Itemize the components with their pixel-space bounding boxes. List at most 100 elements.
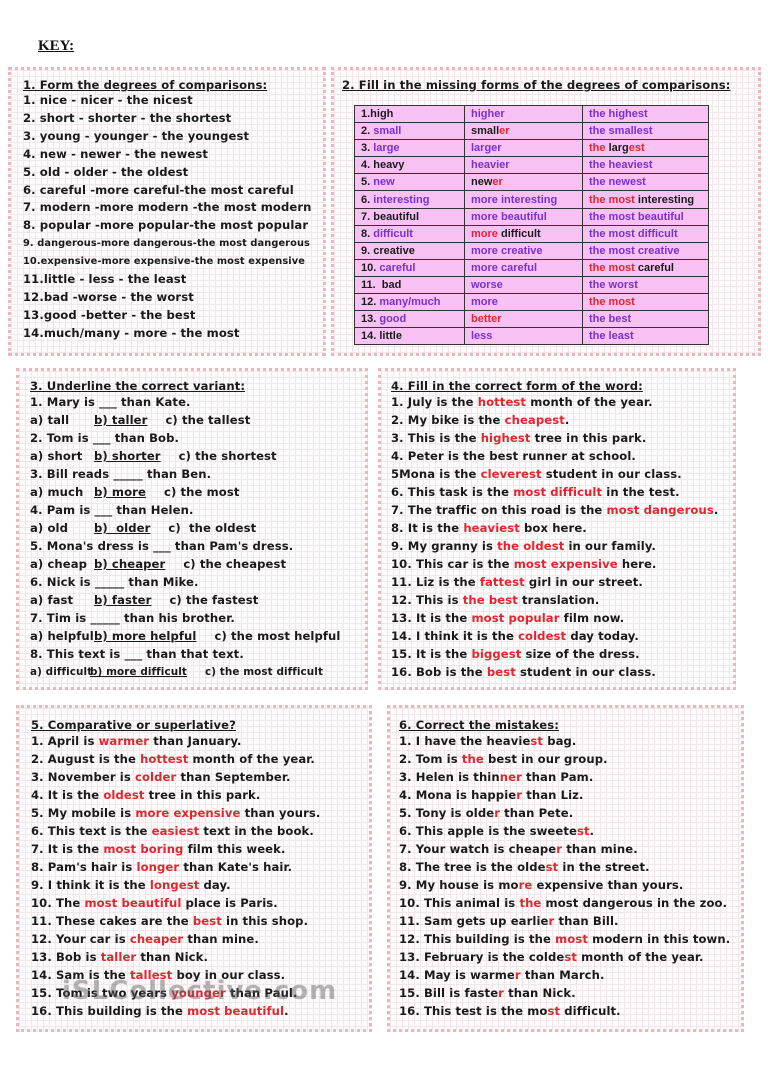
answer-text: st (547, 1004, 561, 1018)
answer-text: best (486, 665, 516, 679)
sentence-line: 8. It is the heaviest box here. (391, 519, 733, 537)
table-row: 6. interesting more interesting the most i… (354, 190, 709, 209)
sentence-line: 11. Liz is the fattest girl in our stree… (391, 573, 733, 591)
sentence-text: in the test. (602, 485, 680, 499)
sentence-text: . (589, 824, 595, 838)
sentence-line: 4. It is the oldest tree in this park. (31, 786, 369, 804)
option-a: a) short (30, 449, 83, 463)
sentence-text: 5. Tony is olde (399, 806, 495, 820)
sentence-line: 3. November is colder than September. (31, 768, 369, 786)
superlative-cell: the most (582, 293, 709, 312)
table-row: 3. large larger the largest (354, 139, 709, 158)
cell-text: careful (379, 261, 416, 274)
sentence-text: than March. (520, 968, 605, 982)
cell-text: 5. (361, 176, 374, 189)
sentence-text: 8. Pam's hair is (31, 860, 137, 874)
answer-text: st (545, 860, 559, 874)
question-line: 2. Tom is ___ than Bob. (30, 431, 180, 445)
answer-text: longest (149, 878, 200, 892)
answer-text: younger (171, 986, 226, 1000)
base-form-cell: 6. interesting (354, 190, 465, 209)
sentence-text: 15. Bill is faste (399, 986, 499, 1000)
cell-text: 3. (361, 142, 374, 155)
superlative-cell: the largest (582, 139, 709, 158)
answer-line: 11.little - less - the least (23, 272, 187, 287)
exercise-1-list: 1. nice - nicer - the nicest 2. short - s… (23, 92, 323, 343)
superlative-cell: the highest (582, 104, 709, 124)
table-row: 7. beautiful more beautiful the most beaut… (354, 207, 709, 226)
sentence-text: student in our class. (541, 467, 682, 481)
table-row: 13. good better the best (354, 310, 709, 329)
cell-text: 13. (361, 313, 380, 326)
cell-text: 8. (361, 227, 374, 240)
sentence-text: 2. My bike is the (391, 413, 505, 427)
cell-text: new (471, 176, 493, 189)
cell-text: more (471, 296, 498, 309)
sentence-text: student in our class. (515, 665, 656, 679)
answer-text: easiest (151, 824, 200, 838)
sentence-text: bag. (543, 734, 577, 748)
sentence-line: 7. Your watch is cheaper than mine. (399, 840, 741, 858)
answer-line: 13.good -better - the best (23, 307, 196, 322)
answer-text: the oldest (497, 539, 565, 553)
exercise-4-box: 4. Fill in the correct form of the word:… (378, 368, 736, 690)
sentence-text: 8. It is the (391, 521, 464, 535)
sentence-line: 12. This building is the most modern in … (399, 930, 741, 948)
cell-text: er (499, 125, 510, 138)
cell-text: interesting (373, 193, 430, 206)
option-c: c) the cheapest (183, 557, 287, 571)
table-row: 14. little less the least (354, 327, 709, 346)
sentence-text: girl in our street. (524, 575, 643, 589)
superlative-cell: the heaviest (582, 156, 709, 175)
sentence-text: box here. (519, 521, 587, 535)
exercise-4-title: 4. Fill in the correct form of the word: (391, 379, 643, 393)
option-b-correct: b) cheaper (94, 557, 166, 571)
sentence-line: 14. Sam is the tallest boy in our class. (31, 966, 369, 984)
sentence-line: 15. Tom is two years younger than Paul. (31, 984, 369, 1002)
cell-text: more creative (471, 244, 543, 257)
option-c: c) the tallest (165, 413, 251, 427)
exercise-6-box: 6. Correct the mistakes: 1. I have the h… (387, 705, 744, 1032)
sentence-text: 13. February is the colde (399, 950, 565, 964)
exercise-6-title: 6. Correct the mistakes: (399, 718, 559, 732)
sentence-text: day. (199, 878, 231, 892)
sentence-line: 14. I think it is the coldest day today. (391, 627, 733, 645)
sentence-line: 9. My granny is the oldest in our family… (391, 537, 733, 555)
sentence-text: 2. August is the (31, 752, 141, 766)
cell-text: the most creative (589, 244, 680, 257)
answer-text: st (564, 950, 578, 964)
answer-text: the (519, 896, 542, 910)
sentence-text: 10. This animal is (399, 896, 520, 910)
sentence-line: 5Mona is the cleverest student in our cl… (391, 465, 733, 483)
base-form-cell: 8. difficult (354, 224, 465, 243)
superlative-cell: the most creative (582, 241, 709, 260)
table-row: 1.high higher the highest (354, 104, 709, 124)
sentence-line: 16. This test is the most difficult. (399, 1002, 741, 1020)
sentence-text: 4. It is the (31, 788, 104, 802)
answer-text: tallest (129, 968, 173, 982)
sentence-line: 5. Tony is older than Pete. (399, 804, 741, 822)
sentence-text: most dangerous in the zoo. (541, 896, 728, 910)
cell-text: 2. (361, 125, 374, 138)
sentence-text: in our family. (564, 539, 656, 553)
sentence-text: boy in our class. (172, 968, 286, 982)
cell-text: good (379, 313, 407, 326)
superlative-cell: the most difficult (582, 224, 709, 243)
sentence-text: modern in this town. (588, 932, 731, 946)
comparative-cell: more interesting (464, 190, 583, 209)
sentence-text: tree in this park. (144, 788, 261, 802)
answer-text: coldest (518, 629, 567, 643)
cell-text: difficult (500, 227, 541, 240)
options-line: a) fast b) faster c) the fastest (30, 591, 365, 609)
base-form-cell: 14. little (354, 327, 465, 346)
cell-text: interesting (637, 193, 695, 206)
cell-text: many/much (379, 296, 441, 309)
cell-text: the (589, 142, 609, 155)
options-line: a) cheap b) cheaper c) the cheapest (30, 555, 365, 573)
table-row: 9. creative more creative the most creativ… (354, 241, 709, 260)
option-a: a) fast (30, 593, 74, 607)
sentence-line: 5. My mobile is more expensive than your… (31, 804, 369, 822)
sentence-text: 3. This is the (391, 431, 481, 445)
sentence-text: than yours. (240, 806, 321, 820)
base-form-cell: 10. careful (354, 258, 465, 277)
